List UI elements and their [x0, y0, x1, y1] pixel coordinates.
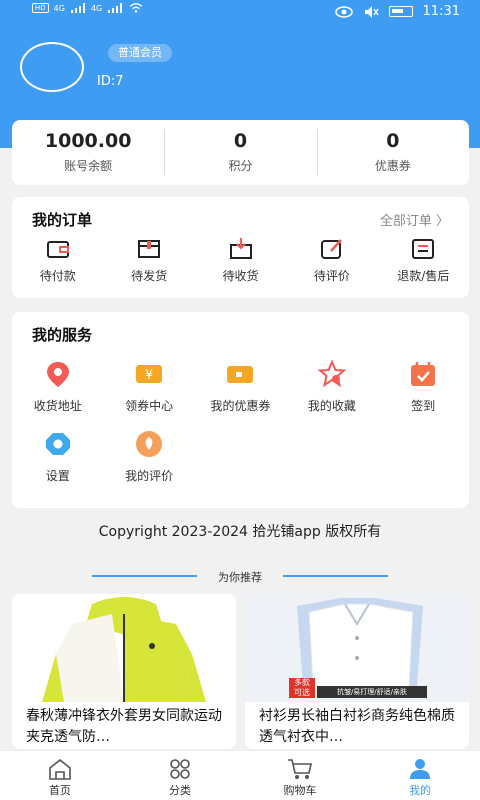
- order-label: 待付款: [39, 269, 76, 283]
- service-address[interactable]: 收货地址: [12, 360, 103, 414]
- stat-value: 1000.00: [44, 130, 132, 152]
- tab-label: 首页: [49, 784, 71, 797]
- service-my-coupons[interactable]: 我的优惠券: [195, 360, 286, 414]
- services-title: 我的服务: [32, 326, 93, 344]
- jacket-product-image: [12, 594, 236, 702]
- product-feature-strip: 抗皱/易打理/舒适/亲肤: [317, 686, 427, 698]
- user-icon: [410, 759, 430, 779]
- tab-category[interactable]: 分类: [120, 751, 240, 800]
- service-favorites[interactable]: 我的收藏: [286, 360, 377, 414]
- review-icon: [136, 431, 163, 457]
- stat-label: 账号余额: [64, 159, 113, 173]
- product-name: 春秋薄冲锋衣外套男女同款运动夹克透气防…: [26, 708, 222, 745]
- wifi-icon: [129, 3, 143, 13]
- product-card[interactable]: 春秋薄冲锋衣外套男女同款运动夹克透气防…: [12, 594, 236, 749]
- order-label: 待评价: [313, 269, 350, 283]
- status-right: 11:31: [334, 4, 460, 19]
- order-status-row: 待付款 待发货 待收货 待评价 退款/售后: [12, 237, 469, 284]
- stat-label: 积分: [228, 159, 253, 173]
- order-refund-aftersale[interactable]: 退款/售后: [378, 237, 469, 284]
- product-card[interactable]: 多款 可选 抗皱/易打理/舒适/亲肤 衬衫男长袖白衬衫商务纯色棉质透气衬衣中…: [245, 594, 469, 749]
- location-pin-icon: [46, 362, 69, 387]
- receive-box-icon: [229, 238, 252, 259]
- coupon-center-icon: ¥: [136, 365, 163, 383]
- service-coupon-center[interactable]: ¥ 领券中心: [103, 360, 194, 414]
- list-icon: [412, 239, 435, 259]
- gift-box-icon: [138, 240, 161, 258]
- star-icon: [317, 360, 346, 388]
- service-label: 领券中心: [125, 399, 174, 413]
- cart-icon: [288, 759, 312, 779]
- settings-icon: [45, 433, 70, 455]
- coupon-stat[interactable]: 0 优惠券: [316, 120, 469, 185]
- service-checkin[interactable]: 签到: [378, 360, 469, 414]
- my-orders-card: 我的订单 全部订单 〉 待付款 待发货 待收货 待评价 退款/售后: [12, 197, 469, 298]
- coupon-card-icon: [227, 366, 254, 383]
- account-stats-card: 1000.00 账号余额 0 积分 0 优惠券: [12, 120, 469, 185]
- recommend-title: 为你推荐: [218, 571, 262, 584]
- order-pending-review[interactable]: 待评价: [286, 237, 377, 284]
- divider-line: [283, 575, 388, 577]
- member-level-badge: 普通会员: [108, 44, 172, 62]
- status-time: 11:31: [422, 4, 460, 19]
- battery-icon: [388, 6, 413, 17]
- orders-title: 我的订单: [32, 211, 93, 229]
- status-bar: HD 4G 4G 11:31: [0, 0, 480, 26]
- service-label: 设置: [45, 469, 70, 483]
- order-pending-payment[interactable]: 待付款: [12, 237, 103, 284]
- order-pending-shipment[interactable]: 待发货: [103, 237, 194, 284]
- stat-value: 0: [233, 130, 248, 152]
- service-label: 我的优惠券: [210, 399, 271, 413]
- tab-home[interactable]: 首页: [0, 751, 120, 800]
- promo-badge: 多款 可选: [289, 678, 315, 698]
- promo-badge-bottom: 可选: [294, 688, 310, 697]
- services-grid: 收货地址 ¥ 领券中心 我的优惠券 我的收藏 签到 设置 我的评价: [12, 360, 469, 484]
- points-stat[interactable]: 0 积分: [164, 120, 316, 185]
- hd-badge: HD: [32, 3, 49, 13]
- signal-icon: [108, 3, 123, 13]
- stat-label: 优惠券: [374, 159, 411, 173]
- tab-cart[interactable]: 购物车: [240, 751, 360, 800]
- category-icon: [170, 759, 190, 779]
- order-label: 待发货: [131, 269, 168, 283]
- service-my-reviews[interactable]: 我的评价: [103, 430, 194, 484]
- all-orders-link[interactable]: 全部订单 〉: [380, 210, 449, 229]
- tab-label: 我的: [409, 784, 431, 797]
- my-services-card: 我的服务 收货地址 ¥ 领券中心 我的优惠券 我的收藏 签到 设置 我的评价: [12, 312, 469, 508]
- user-id: ID:7: [97, 74, 124, 89]
- signal-label: 4G: [53, 3, 65, 13]
- bottom-tab-bar: 首页 分类 购物车 我的: [0, 750, 480, 800]
- service-label: 收货地址: [33, 399, 82, 413]
- svg-text:¥: ¥: [145, 368, 153, 383]
- home-icon: [49, 758, 71, 780]
- edit-icon: [320, 239, 342, 259]
- avatar[interactable]: [20, 42, 84, 92]
- calendar-check-icon: [411, 362, 436, 386]
- balance-stat[interactable]: 1000.00 账号余额: [12, 120, 164, 185]
- service-label: 签到: [411, 399, 436, 413]
- status-left: HD 4G 4G: [32, 3, 144, 13]
- tab-label: 购物车: [283, 784, 317, 797]
- order-pending-receipt[interactable]: 待收货: [195, 237, 286, 284]
- mute-icon: [364, 5, 379, 18]
- order-label: 待收货: [222, 269, 259, 283]
- copyright-text: Copyright 2023-2024 拾光铺app 版权所有: [98, 524, 382, 540]
- tab-mine[interactable]: 我的: [360, 751, 480, 800]
- wallet-icon: [46, 241, 69, 258]
- tab-label: 分类: [169, 784, 191, 797]
- service-label: 我的收藏: [307, 399, 356, 413]
- promo-badge-top: 多款: [294, 678, 310, 687]
- eye-icon: [334, 5, 353, 18]
- service-label: 我的评价: [125, 469, 174, 483]
- signal-label: 4G: [90, 3, 103, 13]
- order-label: 退款/售后: [397, 269, 450, 283]
- stat-value: 0: [386, 130, 400, 152]
- signal-icon: [70, 3, 85, 13]
- product-name: 衬衫男长袖白衬衫商务纯色棉质透气衬衣中…: [259, 708, 455, 745]
- service-settings[interactable]: 设置: [12, 430, 103, 484]
